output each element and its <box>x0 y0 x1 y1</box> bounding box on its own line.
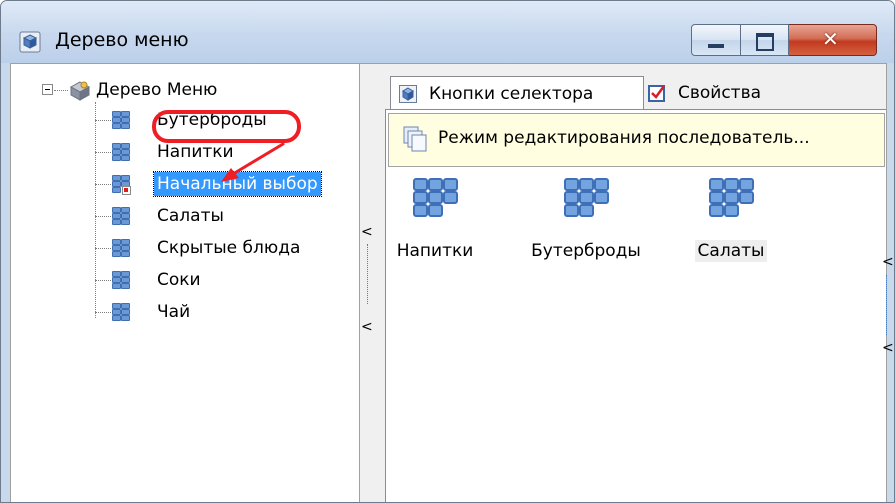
minimize-icon <box>708 44 724 48</box>
edit-mode-banner: Режим редактирования последователь... <box>388 113 885 167</box>
tree-line <box>95 184 111 185</box>
window-title: Дерево меню <box>55 29 189 51</box>
cube-icon <box>399 85 417 103</box>
selector-grid-icon <box>112 239 130 257</box>
tree-item-skrytye-bliuda[interactable]: Скрытые блюда <box>157 236 300 260</box>
tree-item-chai[interactable]: Чай <box>157 300 190 324</box>
close-icon: ✕ <box>822 27 839 51</box>
close-button[interactable]: ✕ <box>789 24 877 56</box>
maximize-icon <box>756 33 774 51</box>
tile-buterbrody[interactable]: Бутерброды <box>526 178 646 262</box>
tree-line <box>95 102 96 318</box>
selector-grid-icon <box>112 207 130 225</box>
tree-item-soki[interactable]: Соки <box>157 268 201 292</box>
collapse-left-arrow-icon[interactable]: < <box>361 319 373 335</box>
selector-grid-icon <box>709 178 754 222</box>
tile-salaty[interactable]: Салаты <box>686 178 776 262</box>
tree-line <box>95 280 111 281</box>
tree-line <box>95 216 111 217</box>
right-scroll-arrow-icon[interactable]: < <box>882 254 894 270</box>
collapse-icon[interactable] <box>42 84 54 96</box>
tab-properties[interactable]: Свойства <box>644 76 814 110</box>
right-scroll-arrow-icon[interactable]: < <box>882 340 894 356</box>
minimize-button[interactable] <box>691 24 741 56</box>
tree-line <box>95 120 111 121</box>
annotation-circle <box>152 110 301 143</box>
menu-tree[interactable]: Дерево Меню Бутерброды Напитки Начальный… <box>11 64 360 502</box>
title-bar[interactable]: Дерево меню ✕ <box>1 1 894 63</box>
right-splitter-grip[interactable] <box>886 275 887 335</box>
selector-grid-icon <box>112 303 130 321</box>
window: Дерево меню ✕ Дерево Меню Бутерброды Нап… <box>0 0 895 503</box>
tab-label: Кнопки селектора <box>429 84 594 104</box>
tile-label: Напитки <box>396 241 474 261</box>
tree-line <box>95 248 111 249</box>
maximize-button[interactable] <box>741 24 789 56</box>
cube-icon <box>19 31 41 53</box>
tree-item-salaty[interactable]: Салаты <box>157 204 224 228</box>
tile-label: Бутерброды <box>531 241 641 261</box>
tab-selector-buttons[interactable]: Кнопки селектора <box>390 76 644 110</box>
selector-grid-icon <box>112 143 130 161</box>
collapse-left-arrow-icon[interactable]: < <box>361 224 373 240</box>
annotation-arrow <box>221 142 285 182</box>
splitter-grip[interactable] <box>367 244 368 304</box>
selector-grid-icon <box>112 111 130 129</box>
menu-root-icon <box>69 81 91 101</box>
client-area: Дерево Меню Бутерброды Напитки Начальный… <box>10 63 894 502</box>
selector-grid-icon <box>413 178 458 222</box>
tree-line <box>95 312 111 313</box>
tab-label: Свойства <box>678 83 762 103</box>
tree-line <box>95 152 111 153</box>
tile-napitki[interactable]: Напитки <box>390 178 480 262</box>
banner-text: Режим редактирования последователь... <box>438 128 810 148</box>
stacked-pages-icon <box>403 126 427 152</box>
start-selector-icon <box>112 175 131 195</box>
tile-label: Салаты <box>694 240 768 262</box>
selector-grid-icon <box>112 271 130 289</box>
pane-splitter[interactable]: < < <box>360 64 376 502</box>
selector-buttons-panel: Режим редактирования последователь... На… <box>385 109 894 502</box>
tree-line <box>54 90 68 91</box>
selector-pane: Кнопки селектора Свойства Режим редактир… <box>376 64 894 502</box>
checkbox-icon <box>648 85 666 102</box>
selector-grid-icon <box>564 178 609 222</box>
tree-root-label[interactable]: Дерево Меню <box>96 78 217 102</box>
